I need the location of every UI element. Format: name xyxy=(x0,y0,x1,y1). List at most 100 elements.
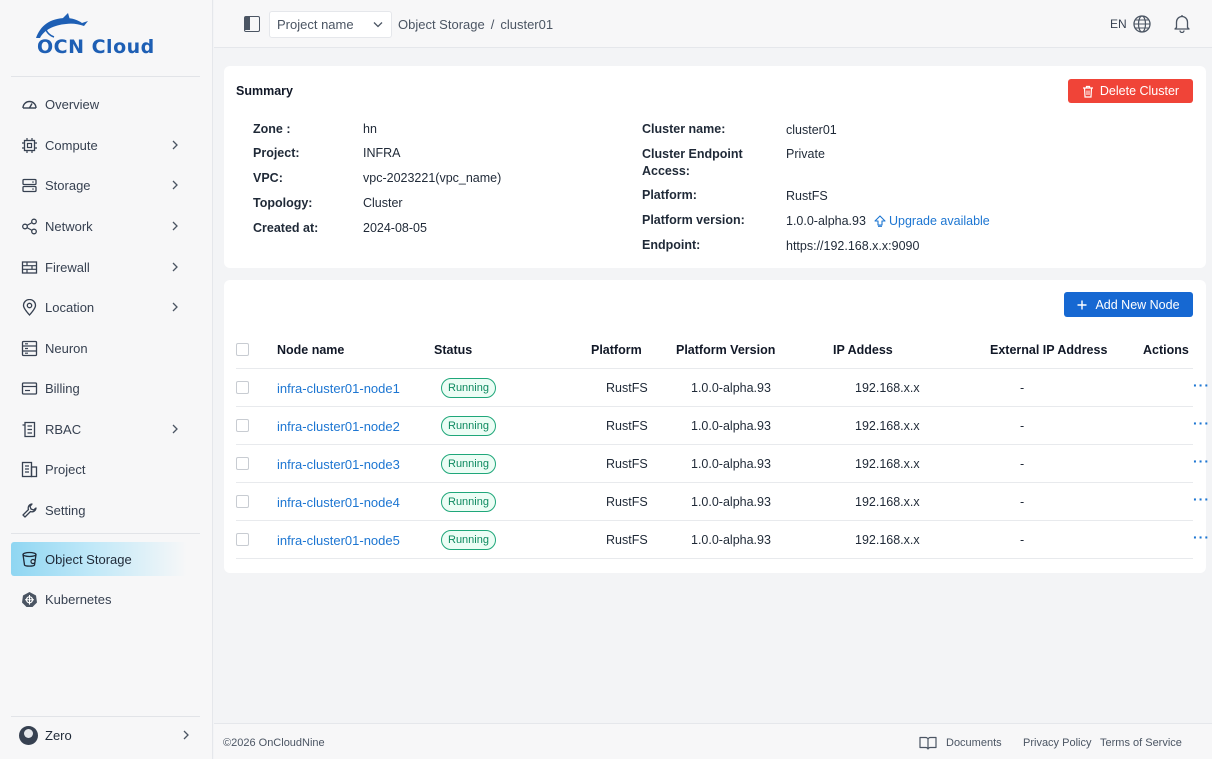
node-name-link[interactable]: infra-cluster01-node5 xyxy=(277,533,400,548)
sidebar-item-label: Compute xyxy=(45,137,98,153)
node-name-link[interactable]: infra-cluster01-node2 xyxy=(277,419,400,434)
sidebar-item-firewall[interactable]: Firewall xyxy=(11,250,187,284)
topbar: Project name Object Storage / cluster01 … xyxy=(214,0,1212,48)
billing-icon xyxy=(20,379,38,397)
column-header-platform[interactable]: Platform xyxy=(591,343,642,357)
documents-link[interactable]: Documents xyxy=(946,737,1002,749)
sidebar-item-label: Location xyxy=(45,299,95,315)
row-checkbox[interactable] xyxy=(236,457,249,470)
more-actions-icon[interactable]: ··· xyxy=(1193,453,1210,469)
node-name-link[interactable]: infra-cluster01-node3 xyxy=(277,457,400,472)
sidebar-item-setting[interactable]: Setting xyxy=(11,493,187,527)
more-actions-icon[interactable]: ··· xyxy=(1193,491,1210,507)
share-icon xyxy=(20,217,38,235)
table-divider xyxy=(236,558,1193,559)
status-badge: Running xyxy=(441,454,496,474)
row-checkbox[interactable] xyxy=(236,533,249,546)
column-header-platform-version[interactable]: Platform Version xyxy=(676,343,775,357)
endpoint-access-label-line1: Cluster Endpoint xyxy=(642,147,743,161)
platform-cell: RustFS xyxy=(606,495,648,509)
endpoint-access-label-line2: Access: xyxy=(642,164,690,178)
sidebar-item-neuron[interactable]: Neuron xyxy=(11,331,187,365)
sidebar-item-label: Network xyxy=(45,218,93,234)
add-new-node-button[interactable]: Add New Node xyxy=(1064,292,1193,317)
platform-cell: RustFS xyxy=(606,457,648,471)
sidebar-item-rbac[interactable]: RBAC xyxy=(11,412,187,446)
plus-icon xyxy=(1077,300,1087,310)
sidebar-item-object-storage[interactable]: Object Storage xyxy=(11,542,187,576)
sidebar-item-storage[interactable]: Storage xyxy=(11,168,187,202)
more-actions-icon[interactable]: ··· xyxy=(1193,377,1210,393)
cluster-name-label: Cluster name: xyxy=(642,122,726,136)
bell-icon[interactable] xyxy=(1172,13,1192,34)
node-name-link[interactable]: infra-cluster01-node4 xyxy=(277,495,400,510)
ip-cell: 192.168.x.x xyxy=(855,533,920,547)
dashboard-icon xyxy=(20,95,38,113)
sidebar-item-kubernetes[interactable]: Kubernetes xyxy=(11,582,187,616)
row-checkbox[interactable] xyxy=(236,495,249,508)
status-badge: Running xyxy=(441,492,496,512)
sidebar-divider xyxy=(11,716,200,717)
endpoint-access-value: Private xyxy=(786,147,825,161)
table-divider xyxy=(236,482,1193,483)
sidebar-item-label: Project xyxy=(45,461,86,477)
cluster-name-value: cluster01 xyxy=(786,123,837,137)
version-cell: 1.0.0-alpha.93 xyxy=(691,457,771,471)
book-icon xyxy=(919,736,937,750)
sidebar-item-network[interactable]: Network xyxy=(11,209,187,243)
globe-icon[interactable] xyxy=(1132,14,1152,34)
column-header-external-ip[interactable]: External IP Address xyxy=(990,343,1107,357)
location-pin-icon xyxy=(20,298,38,316)
project-value: INFRA xyxy=(363,146,401,160)
select-all-checkbox[interactable] xyxy=(236,343,249,356)
sidebar-divider xyxy=(11,76,200,77)
sidebar-item-location[interactable]: Location xyxy=(11,290,187,324)
row-checkbox[interactable] xyxy=(236,381,249,394)
sidebar-toggle-icon[interactable] xyxy=(244,16,260,32)
row-checkbox[interactable] xyxy=(236,419,249,432)
project-select[interactable]: Project name xyxy=(269,11,392,38)
add-new-node-label: Add New Node xyxy=(1095,297,1180,312)
chevron-down-icon xyxy=(373,20,383,30)
topology-label: Topology: xyxy=(253,196,313,210)
wrench-icon xyxy=(20,501,38,519)
avatar xyxy=(19,725,38,745)
terms-of-service-link[interactable]: Terms of Service xyxy=(1100,737,1182,749)
sidebar-item-overview[interactable]: Overview xyxy=(11,87,187,121)
cpu-icon xyxy=(20,136,38,154)
column-header-node-name[interactable]: Node name xyxy=(277,343,344,357)
platform-version-label: Platform version: xyxy=(642,213,745,227)
endpoint-label: Endpoint: xyxy=(642,238,701,252)
bucket-icon xyxy=(20,550,38,568)
storage-icon xyxy=(20,176,38,194)
table-divider xyxy=(236,368,1193,369)
topology-value: Cluster xyxy=(363,196,403,210)
more-actions-icon[interactable]: ··· xyxy=(1193,415,1210,431)
chevron-right-icon xyxy=(169,220,181,232)
column-header-ip-address[interactable]: IP Addess xyxy=(833,343,893,357)
sidebar-item-project[interactable]: Project xyxy=(11,452,187,486)
status-badge: Running xyxy=(441,378,496,398)
summary-title: Summary xyxy=(236,84,293,98)
language-label[interactable]: EN xyxy=(1110,17,1127,31)
copyright: ©2026 OnCloudNine xyxy=(223,737,325,749)
brand-logo[interactable]: OCN Cloud xyxy=(30,13,175,62)
node-name-link[interactable]: infra-cluster01-node1 xyxy=(277,381,400,396)
table-divider xyxy=(236,520,1193,521)
sidebar-item-billing[interactable]: Billing xyxy=(11,371,187,405)
vpc-label: VPC: xyxy=(253,171,283,185)
platform-value: RustFS xyxy=(786,189,828,203)
more-actions-icon[interactable]: ··· xyxy=(1193,529,1210,545)
column-header-status[interactable]: Status xyxy=(434,343,472,357)
privacy-policy-link[interactable]: Privacy Policy xyxy=(1023,737,1091,749)
breadcrumb-item-current: cluster01 xyxy=(500,17,554,32)
platform-label: Platform: xyxy=(642,188,697,202)
sidebar-item-compute[interactable]: Compute xyxy=(11,128,187,162)
created-at-value: 2024-08-05 xyxy=(363,221,427,235)
breadcrumb-item-object-storage[interactable]: Object Storage xyxy=(398,17,485,32)
upgrade-available-link[interactable]: Upgrade available xyxy=(874,214,990,228)
user-name: Zero xyxy=(45,727,72,743)
delete-cluster-label: Delete Cluster xyxy=(1099,84,1180,98)
user-menu[interactable]: Zero xyxy=(11,722,200,748)
delete-cluster-button[interactable]: Delete Cluster xyxy=(1068,79,1193,103)
